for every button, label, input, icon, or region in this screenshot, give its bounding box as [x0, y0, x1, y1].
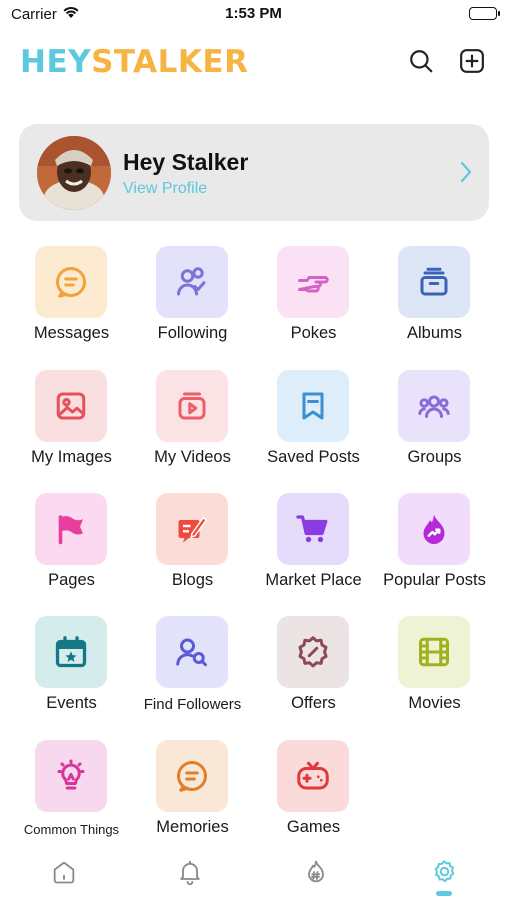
bottom-tab-bar [0, 850, 507, 900]
menu-item-label: My Images [31, 448, 112, 466]
menu-item-saved-posts[interactable]: Saved Posts [253, 370, 374, 470]
menu-item-popular-posts[interactable]: Popular Posts [374, 493, 495, 593]
menu-item-label: Groups [407, 448, 462, 466]
settings-gear-icon [434, 860, 455, 883]
battery-icon [469, 7, 500, 20]
menu-item-label: Blogs [171, 571, 214, 589]
menu-item-label: Messages [33, 324, 110, 342]
menu-item-albums[interactable]: Albums [374, 246, 495, 346]
video-icon [156, 370, 228, 442]
home-icon [53, 861, 75, 884]
menu-item-my-images[interactable]: My Images [11, 370, 132, 470]
offer-badge-icon [277, 616, 349, 688]
menu-item-groups[interactable]: Groups [374, 370, 495, 470]
app-logo: HEYSTALKER [20, 44, 248, 80]
clock-time: 1:53 PM [225, 5, 282, 22]
message-icon [35, 246, 107, 318]
menu-item-label: Market Place [265, 571, 362, 589]
bell-icon [180, 860, 200, 886]
menu-item-label: Pages [48, 571, 95, 589]
active-tab-indicator [436, 891, 452, 896]
film-icon [398, 616, 470, 688]
menu-item-label: Saved Posts [267, 448, 360, 466]
user-check-icon [156, 246, 228, 318]
lightbulb-icon [35, 740, 107, 812]
menu-item-label: Albums [406, 324, 463, 342]
menu-item-common-things[interactable]: Common Things [11, 740, 132, 840]
tab-trending[interactable] [296, 857, 336, 887]
blog-edit-icon [156, 493, 228, 565]
logo-stalker: STALKER [91, 44, 249, 80]
menu-item-market-place[interactable]: Market Place [253, 493, 374, 593]
flame-icon [398, 493, 470, 565]
flag-icon [35, 493, 107, 565]
menu-item-my-videos[interactable]: My Videos [132, 370, 253, 470]
menu-item-label: Games [286, 818, 341, 836]
memories-icon [156, 740, 228, 812]
menu-item-movies[interactable]: Movies [374, 616, 495, 716]
tab-home[interactable] [44, 857, 84, 887]
avatar [37, 136, 111, 210]
album-icon [398, 246, 470, 318]
tab-notifications[interactable] [170, 857, 210, 887]
image-icon [35, 370, 107, 442]
menu-item-label: Offers [291, 694, 336, 712]
plus-square-icon [460, 49, 484, 73]
menu-item-label: My Videos [154, 448, 231, 466]
profile-card[interactable]: Hey Stalker View Profile [19, 124, 489, 221]
gamepad-icon [277, 740, 349, 812]
menu-item-blogs[interactable]: Blogs [132, 493, 253, 593]
calendar-icon [35, 616, 107, 688]
menu-item-memories[interactable]: Memories [132, 740, 253, 840]
user-search-icon [156, 616, 228, 688]
menu-item-label: Events [46, 694, 97, 712]
status-bar: Carrier 1:53 PM [0, 0, 507, 30]
search-button[interactable] [408, 48, 434, 74]
menu-item-pages[interactable]: Pages [11, 493, 132, 593]
hand-point-icon [277, 246, 349, 318]
menu-item-label: Common Things [23, 822, 120, 837]
view-profile-link[interactable]: View Profile [123, 180, 207, 198]
create-post-button[interactable] [459, 48, 485, 74]
menu-item-games[interactable]: Games [253, 740, 374, 840]
menu-item-label: Find Followers [143, 696, 242, 713]
chevron-right-icon[interactable] [459, 160, 473, 189]
menu-item-events[interactable]: Events [11, 616, 132, 716]
menu-item-label: Memories [156, 818, 229, 836]
menu-item-label: Movies [408, 694, 461, 712]
bookmark-icon [277, 370, 349, 442]
menu-item-pokes[interactable]: Pokes [253, 246, 374, 346]
menu-item-following[interactable]: Following [132, 246, 253, 346]
menu-item-offers[interactable]: Offers [253, 616, 374, 716]
menu-item-label: Pokes [290, 324, 337, 342]
search-icon [410, 50, 433, 73]
menu-item-messages[interactable]: Messages [11, 246, 132, 346]
group-icon [398, 370, 470, 442]
hashtag-fire-icon [308, 860, 324, 883]
menu-item-find-followers[interactable]: Find Followers [132, 616, 253, 716]
cart-icon [277, 493, 349, 565]
menu-item-label: Following [157, 324, 228, 342]
menu-item-label: Popular Posts [383, 571, 486, 589]
tab-settings[interactable] [424, 857, 464, 887]
logo-hey: HEY [20, 44, 92, 80]
profile-name: Hey Stalker [123, 149, 249, 175]
